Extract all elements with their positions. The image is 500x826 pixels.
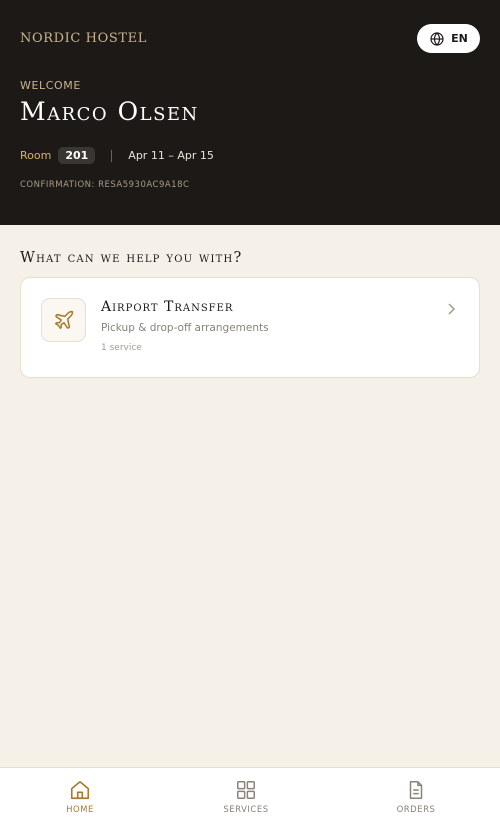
airplane-icon bbox=[54, 310, 73, 330]
globe-icon bbox=[430, 31, 444, 46]
nav-label-orders: ORDERS bbox=[396, 805, 436, 815]
nav-label-services: SERVICES bbox=[223, 805, 269, 815]
language-label: EN bbox=[451, 32, 468, 45]
guest-name: Marco Olsen bbox=[20, 97, 199, 126]
nav-item-services[interactable]: SERVICES bbox=[186, 768, 306, 826]
bottom-navigation: HOME SERVICES ORDERS bbox=[0, 767, 500, 826]
home-icon bbox=[70, 780, 90, 800]
service-count: 1 service bbox=[101, 343, 142, 353]
guest-header: NORDIC HOSTEL EN WELCOME Marco Olsen Roo… bbox=[0, 0, 500, 225]
chevron-right-icon bbox=[448, 303, 456, 315]
nav-label-home: HOME bbox=[66, 805, 94, 815]
welcome-label: WELCOME bbox=[20, 79, 81, 92]
language-switcher-button[interactable]: EN bbox=[417, 24, 480, 53]
grid-icon bbox=[237, 781, 255, 799]
service-name: Airport Transfer bbox=[101, 299, 234, 315]
stay-details: Room 201 Apr 11 – Apr 15 bbox=[20, 146, 214, 165]
room-number-badge: 201 bbox=[58, 147, 96, 164]
nav-item-orders[interactable]: ORDERS bbox=[356, 768, 476, 826]
stay-dates: Apr 11 – Apr 15 bbox=[128, 149, 214, 162]
service-description: Pickup & drop-off arrangements bbox=[101, 322, 269, 334]
nav-item-home[interactable]: HOME bbox=[20, 768, 140, 826]
room-label: Room bbox=[20, 149, 52, 162]
service-card-airport-transfer[interactable]: Airport Transfer Pickup & drop-off arran… bbox=[20, 277, 480, 378]
divider bbox=[111, 149, 113, 162]
section-title: What can we help you with? bbox=[20, 250, 243, 266]
brand-name: NORDIC HOSTEL bbox=[20, 31, 147, 46]
confirmation-code: CONFIRMATION: RESA5930AC9A18C bbox=[20, 180, 190, 190]
document-icon bbox=[409, 781, 423, 799]
service-icon-box bbox=[41, 298, 86, 342]
